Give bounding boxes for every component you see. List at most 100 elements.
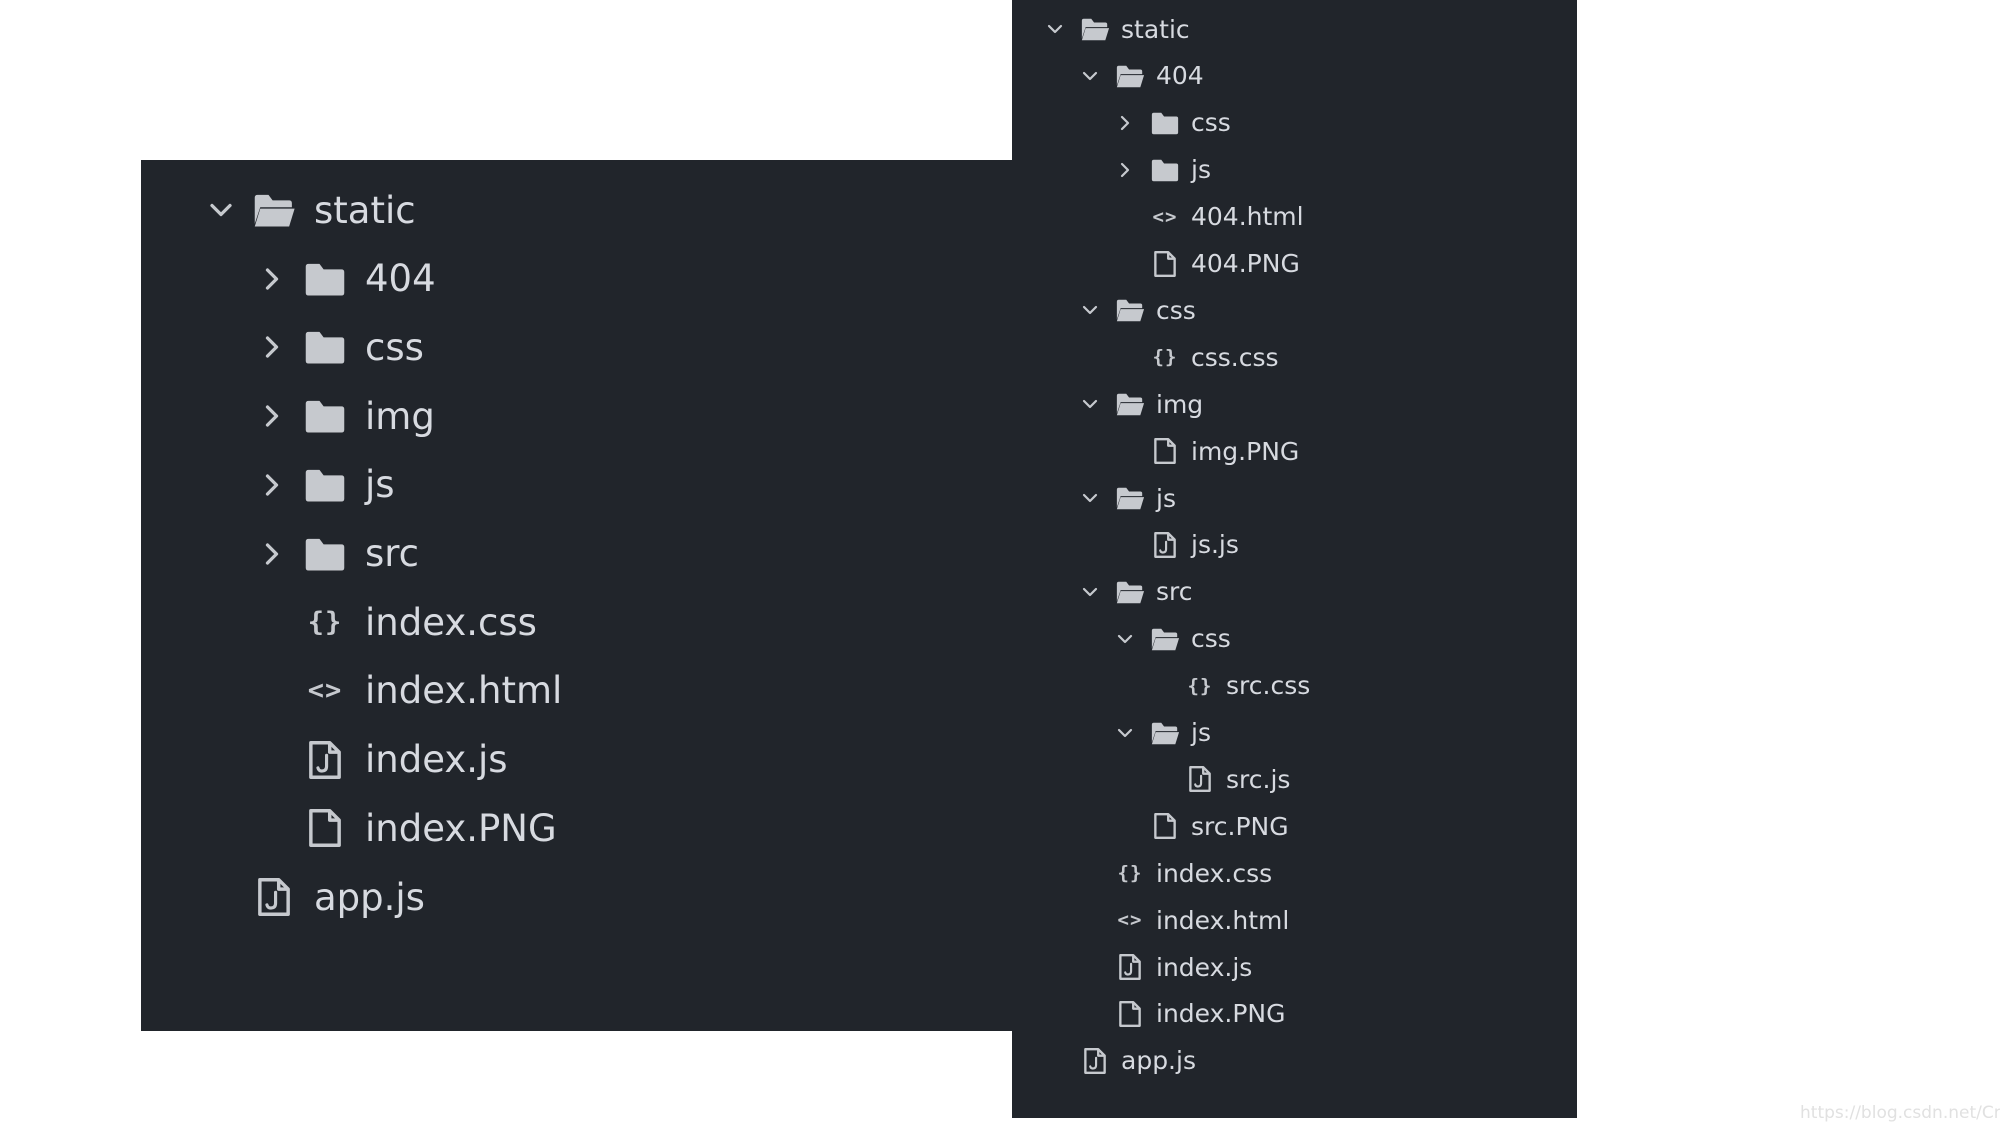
tree-item-label: 404 <box>365 257 436 301</box>
chevron-right-icon[interactable] <box>257 401 287 431</box>
tree-item-label: src.PNG <box>1191 811 1289 841</box>
js-file-icon <box>1150 530 1180 560</box>
file-row[interactable]: <> index.html <box>1080 900 1290 940</box>
chevron-right-icon[interactable] <box>1115 160 1135 180</box>
css-file-icon: {} <box>307 606 343 638</box>
css-file-icon: {} <box>1152 346 1178 369</box>
folder-row[interactable]: static <box>206 180 416 240</box>
tree-item-label: src.css <box>1226 671 1311 701</box>
file-row[interactable]: {} css.css <box>1115 337 1279 377</box>
folder-row[interactable]: 404 <box>257 249 436 309</box>
folder-row[interactable]: js <box>257 455 395 515</box>
chevron-right-icon[interactable] <box>257 264 287 294</box>
file-explorer-expanded: static 404 css js <> 404.html 404.PNG css {} css.… <box>1012 0 1577 1118</box>
folder-row[interactable]: src <box>1080 572 1193 612</box>
tree-item-label: static <box>314 188 416 232</box>
tree-item-label: img.PNG <box>1191 436 1300 466</box>
file-row[interactable]: src.PNG <box>1115 806 1289 846</box>
folder-row[interactable]: js <box>1115 713 1211 753</box>
tree-item-label: css <box>365 325 424 369</box>
chevron-down-icon[interactable] <box>1045 19 1065 39</box>
folder-row[interactable]: src <box>257 524 419 584</box>
folder-open-icon <box>252 188 296 232</box>
file-row[interactable]: img.PNG <box>1115 431 1299 471</box>
js-file-icon <box>303 738 347 782</box>
chevron-down-icon[interactable] <box>1080 394 1100 414</box>
chevron-down-icon[interactable] <box>1080 488 1100 508</box>
folder-row[interactable]: 404 <box>1080 56 1204 96</box>
file-row[interactable]: <> index.html <box>257 661 563 721</box>
chevron-down-icon[interactable] <box>1080 582 1100 602</box>
chevron-right-icon[interactable] <box>257 539 287 569</box>
file-row[interactable]: index.js <box>1080 947 1252 987</box>
tree-item-label: js <box>1156 483 1176 513</box>
file-row[interactable]: app.js <box>1045 1041 1196 1081</box>
tree-item-label: css.css <box>1191 342 1279 372</box>
file-row[interactable]: index.PNG <box>257 798 557 858</box>
file-row[interactable]: src.js <box>1150 759 1290 799</box>
chevron-right-icon[interactable] <box>257 332 287 362</box>
file-row[interactable]: index.js <box>257 730 508 790</box>
chevron-down-icon[interactable] <box>1080 300 1100 320</box>
tree-item-label: index.PNG <box>1156 999 1286 1029</box>
file-row[interactable]: index.PNG <box>1080 994 1286 1034</box>
html-file-icon: <> <box>307 675 343 707</box>
js-file-icon <box>1080 1046 1110 1076</box>
folder-icon <box>303 463 347 507</box>
folder-row[interactable]: js <box>1080 478 1176 518</box>
folder-row[interactable]: img <box>257 386 435 446</box>
file-row[interactable]: js.js <box>1115 525 1239 565</box>
folder-row[interactable]: img <box>1080 384 1203 424</box>
tree-item-label: js <box>365 463 395 507</box>
file-row[interactable]: {} index.css <box>1080 853 1273 893</box>
chevron-right-icon[interactable] <box>257 470 287 500</box>
folder-row[interactable]: css <box>257 317 424 377</box>
folder-open-icon <box>1115 61 1145 91</box>
tree-item-label: 404.html <box>1191 202 1304 232</box>
tree-item-label: src <box>1156 577 1193 607</box>
css-file-icon: {} <box>1117 862 1143 885</box>
folder-icon <box>303 257 347 301</box>
folder-row[interactable]: js <box>1115 150 1211 190</box>
file-icon <box>1150 249 1180 279</box>
folder-open-icon <box>1150 624 1180 654</box>
html-file-icon: <> <box>1117 909 1143 932</box>
tree-item-label: index.css <box>1156 858 1273 888</box>
tree-item-label: img <box>365 394 435 438</box>
folder-row[interactable]: static <box>1045 9 1190 49</box>
chevron-down-icon[interactable] <box>1080 66 1100 86</box>
folder-row[interactable]: css <box>1115 619 1231 659</box>
tree-item-label: js.js <box>1191 530 1239 560</box>
folder-row[interactable]: css <box>1080 290 1196 330</box>
chevron-down-icon[interactable] <box>206 195 236 225</box>
folder-open-icon <box>1115 295 1145 325</box>
chevron-down-icon[interactable] <box>1115 723 1135 743</box>
tree-item-label: app.js <box>314 875 425 919</box>
tree-item-label: js <box>1191 718 1211 747</box>
tree-item-label: js <box>1191 155 1211 185</box>
file-row[interactable]: 404.PNG <box>1115 244 1300 284</box>
chevron-right-icon[interactable] <box>1115 113 1135 133</box>
folder-open-icon <box>1115 483 1145 513</box>
tree-item-label: index.js <box>1156 952 1253 982</box>
folder-open-icon <box>1080 14 1110 44</box>
folder-row[interactable]: css <box>1115 103 1231 143</box>
file-row[interactable]: {} index.css <box>257 592 537 652</box>
file-row[interactable]: {} src.css <box>1150 666 1311 706</box>
file-icon <box>303 806 347 850</box>
tree-item-label: 404 <box>1156 61 1204 91</box>
file-explorer-collapsed: static 404 css img js src {} index.css <> index.h… <box>141 160 1012 1031</box>
chevron-down-icon[interactable] <box>1115 629 1135 649</box>
file-row[interactable]: app.js <box>206 867 425 927</box>
file-row[interactable]: <> 404.html <box>1115 197 1304 237</box>
